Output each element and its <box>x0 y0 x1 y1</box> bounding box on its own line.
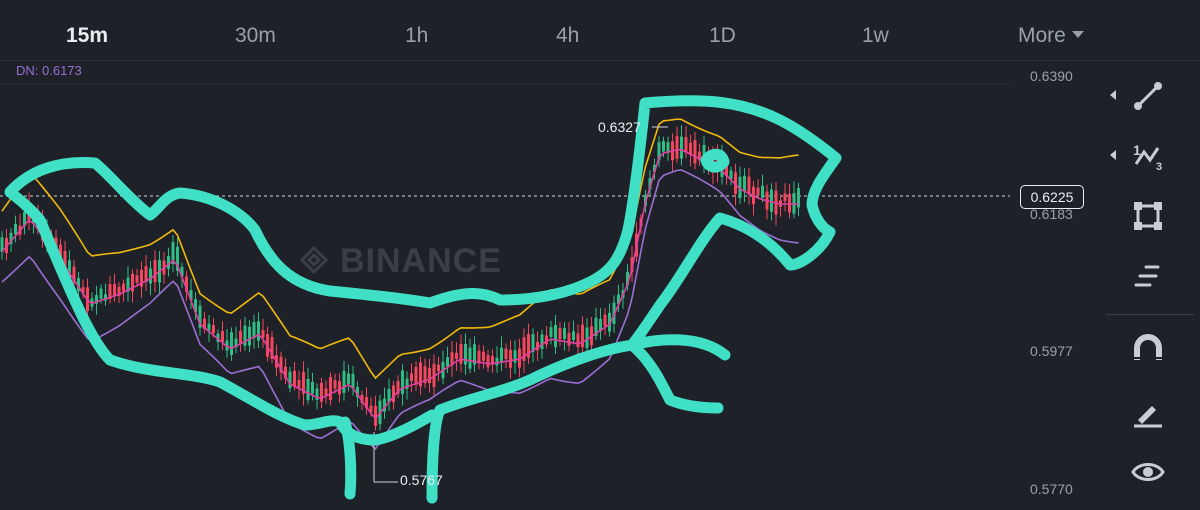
candle <box>401 370 404 394</box>
candle <box>135 275 139 283</box>
candle <box>693 140 697 164</box>
toolbar-divider <box>1106 314 1194 315</box>
svg-text:3: 3 <box>1156 161 1162 173</box>
candle <box>342 370 346 393</box>
price-axis-label: 0.5977 <box>1030 343 1073 359</box>
candle <box>14 224 17 235</box>
candle <box>729 170 733 180</box>
candle <box>572 331 575 340</box>
candle <box>603 314 607 327</box>
candle <box>459 344 463 364</box>
candle <box>153 260 157 282</box>
candle <box>509 349 512 368</box>
candle <box>392 385 395 403</box>
candle <box>567 333 571 346</box>
drawing-toolbar: 1 3 <box>1100 60 1200 510</box>
candle <box>558 327 562 340</box>
candle <box>149 268 152 284</box>
candle <box>261 330 265 338</box>
high-price-label: 0.6327 <box>598 119 641 135</box>
price-axis-label: 0.6390 <box>1030 68 1073 84</box>
candle <box>563 328 566 339</box>
candle <box>747 176 751 195</box>
price-chart[interactable] <box>0 0 1010 510</box>
candle <box>410 373 413 382</box>
candle <box>500 347 503 363</box>
candle <box>333 380 337 389</box>
expand-arrow-icon[interactable] <box>1110 150 1116 160</box>
candle <box>482 351 485 361</box>
text-tool-icon[interactable] <box>1130 258 1166 294</box>
candle <box>122 283 125 292</box>
candle <box>495 357 499 366</box>
candle <box>540 334 544 349</box>
candle <box>221 331 224 343</box>
candle <box>144 266 148 282</box>
more-dropdown[interactable]: More <box>1018 24 1084 48</box>
candle <box>770 189 773 212</box>
candle <box>455 352 458 359</box>
candle <box>99 288 103 299</box>
candle <box>324 388 328 396</box>
candle <box>437 364 440 372</box>
candle <box>351 373 355 389</box>
candle <box>257 321 260 341</box>
candle <box>680 136 683 159</box>
candle <box>504 348 508 360</box>
hand-drawn-annotation <box>4 95 842 504</box>
candle <box>288 371 292 389</box>
pencil-icon[interactable] <box>1130 394 1166 430</box>
price-axis-label: 0.5770 <box>1030 481 1073 497</box>
candle <box>446 357 449 367</box>
candle <box>788 193 791 213</box>
candle <box>675 136 679 159</box>
candle <box>329 377 332 401</box>
more-label: More <box>1018 24 1066 47</box>
magnet-icon[interactable] <box>1130 332 1166 368</box>
candle <box>756 187 760 195</box>
candle <box>311 381 314 394</box>
candle <box>248 326 251 346</box>
candle <box>464 343 467 365</box>
candle <box>662 140 665 152</box>
candle <box>297 380 301 388</box>
eye-icon[interactable] <box>1130 454 1166 490</box>
candle <box>338 381 341 395</box>
candle <box>230 332 233 356</box>
candle <box>414 366 418 385</box>
candle <box>761 185 764 198</box>
candle <box>684 137 688 153</box>
shape-tool-icon[interactable] <box>1130 198 1166 234</box>
candle <box>306 378 310 401</box>
candle <box>239 330 242 344</box>
candle <box>347 373 350 385</box>
candle <box>554 324 557 348</box>
candle <box>428 368 431 384</box>
candle <box>486 355 490 368</box>
expand-arrow-icon[interactable] <box>1110 90 1116 100</box>
line-tool-icon[interactable] <box>1130 78 1166 114</box>
candle <box>212 325 215 333</box>
candle <box>581 324 584 348</box>
chevron-down-icon <box>1071 31 1084 38</box>
multi-line-tool-icon[interactable]: 1 3 <box>1130 138 1166 174</box>
low-price-label: 0.5767 <box>400 472 443 488</box>
candle <box>113 284 116 297</box>
candle <box>293 370 296 386</box>
candle <box>743 175 746 191</box>
candle <box>549 327 553 337</box>
current-price-tag: 0.6225 <box>1020 185 1084 209</box>
candle <box>783 193 787 202</box>
candle <box>576 333 580 348</box>
candle <box>468 347 472 369</box>
